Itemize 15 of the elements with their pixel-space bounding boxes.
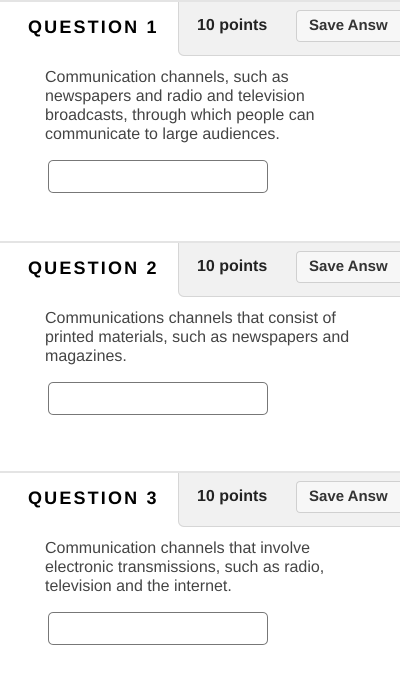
question-text: Communication channels that involve electronic transmissions, such as radio, television and the internet. [45,539,326,596]
points-label: 10 points [197,16,268,36]
question-text: Communications channels that consist of printed materials, such as newspapers and magazines. [45,309,350,366]
question-title: QUESTION 3 [27,487,160,510]
save-answer-button[interactable]: Save Answ [296,10,400,42]
question-title: QUESTION 1 [27,16,160,39]
points-label: 10 points [197,257,268,277]
answer-field[interactable] [48,160,268,193]
answer-field[interactable] [48,612,268,645]
points-label: 10 points [197,487,268,507]
save-answer-button[interactable]: Save Answ [296,481,400,513]
save-answer-button[interactable]: Save Answ [296,251,400,283]
answer-field[interactable] [48,382,268,415]
question-title: QUESTION 2 [27,257,160,280]
question-text: Communication channels, such as newspapers and radio and television broadcasts, through which people can communicate to large audiences. [45,68,316,144]
